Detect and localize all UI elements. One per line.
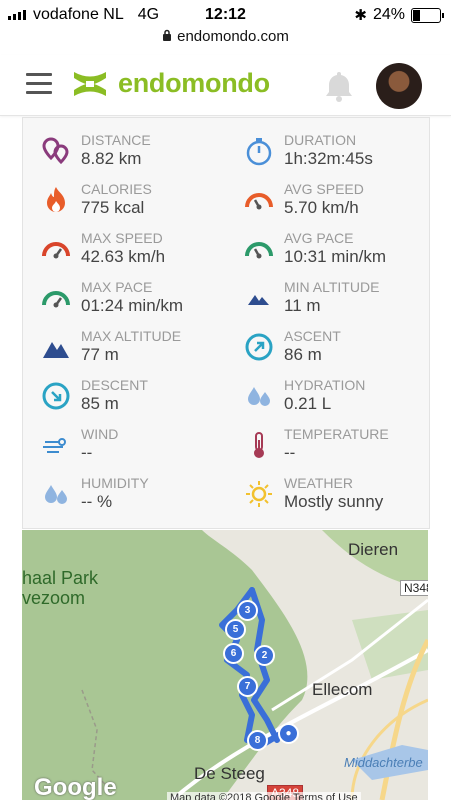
stat-label: AVG PACE [284, 230, 354, 246]
stat-value: 11 m [284, 296, 321, 315]
ascent-arrow-icon [245, 333, 273, 361]
gauge-icon [42, 291, 70, 308]
stat-label: WEATHER [284, 475, 353, 491]
stat-value: 01:24 min/km [81, 296, 184, 315]
gauge-icon [245, 242, 273, 259]
stat-value: 775 kcal [81, 198, 145, 217]
stat-descent: DESCENT 85 m [41, 377, 231, 417]
road-shield-n348: N348 [400, 580, 428, 596]
status-right: ✱ 24% [354, 6, 444, 24]
endomondo-logo[interactable]: endomondo [70, 68, 270, 99]
stat-hydration: HYDRATION 0.21 L [244, 377, 424, 417]
stat-label: AVG SPEED [284, 181, 364, 197]
app-header: endomondo [0, 55, 451, 116]
url-text: endomondo.com [177, 28, 289, 45]
battery-percent: 24% [372, 6, 405, 23]
logo-text: endomondo [118, 68, 270, 98]
stat-ascent: ASCENT 86 m [244, 328, 424, 368]
stat-value: 5.70 km/h [284, 198, 359, 217]
stat-label: CALORIES [81, 181, 152, 197]
url-bar[interactable]: endomondo.com [0, 28, 451, 50]
stat-value: 42.63 km/h [81, 247, 166, 266]
avatar[interactable] [376, 63, 422, 109]
flame-icon [47, 187, 65, 212]
mountain-icon [43, 342, 69, 358]
route-marker[interactable]: 8 [247, 730, 268, 751]
map-pin-icon [42, 137, 69, 165]
drops-icon [45, 485, 67, 504]
stat-label: ASCENT [284, 328, 341, 344]
status-bar: vodafone NL 4G 12:12 ✱ 24% [0, 0, 451, 30]
stat-max-speed: MAX SPEED 42.63 km/h [41, 230, 231, 270]
battery-icon [411, 7, 444, 23]
stat-label: MAX ALTITUDE [81, 328, 182, 344]
gauge-icon [245, 193, 273, 210]
stat-calories: CALORIES 775 kcal [41, 181, 231, 221]
map-label-park: haal Park [22, 568, 99, 588]
stat-label: MIN ALTITUDE [284, 279, 380, 295]
thermometer-icon [254, 432, 264, 458]
stat-value: -- % [81, 492, 113, 511]
workout-stats-card: DISTANCE 8.82 km DURATION 1h:32m:45s CAL… [22, 117, 430, 529]
gauge-icon [42, 242, 70, 259]
lock-icon [162, 28, 172, 45]
stat-value: 8.82 km [81, 149, 142, 168]
stat-value: -- [284, 443, 296, 462]
route-marker[interactable]: 2 [254, 645, 275, 666]
route-marker[interactable]: 3 [237, 600, 258, 621]
sun-icon [246, 481, 272, 507]
stat-value: 10:31 min/km [284, 247, 387, 266]
stat-min-altitude: MIN ALTITUDE 11 m [244, 279, 424, 319]
stat-max-altitude: MAX ALTITUDE 77 m [41, 328, 231, 368]
drops-icon [248, 387, 270, 406]
bluetooth-icon: ✱ [354, 7, 367, 24]
stat-avg-pace: AVG PACE 10:31 min/km [244, 230, 424, 270]
wind-icon [43, 438, 66, 453]
stat-value: 0.21 L [284, 394, 332, 413]
route-map[interactable]: Dieren haal Park vezoom Ellecom De Steeg… [22, 530, 428, 800]
stat-label: DISTANCE [81, 132, 151, 148]
map-label-middachter: Middachterbe [344, 755, 423, 770]
stat-value: 1h:32m:45s [284, 149, 373, 168]
stat-label: DURATION [284, 132, 357, 148]
stat-label: MAX PACE [81, 279, 153, 295]
stat-avg-speed: AVG SPEED 5.70 km/h [244, 181, 424, 221]
menu-icon[interactable] [26, 73, 52, 95]
google-logo: Google [34, 774, 117, 800]
stat-label: TEMPERATURE [284, 426, 389, 442]
map-label-dieren: Dieren [348, 540, 399, 559]
map-attribution[interactable]: Map data ©2018 Google Terms of Use [167, 792, 361, 800]
route-marker[interactable]: 5 [225, 619, 246, 640]
stat-humidity: HUMIDITY -- % [41, 475, 231, 515]
stat-duration: DURATION 1h:32m:45s [244, 132, 424, 172]
map-label-de-steeg: De Steeg [194, 764, 265, 783]
stat-value: -- [81, 443, 93, 462]
route-marker[interactable]: 7 [237, 676, 258, 697]
stat-wind: WIND -- [41, 426, 231, 466]
mountain-icon [248, 295, 269, 305]
stat-value: 86 m [284, 345, 322, 364]
stat-distance: DISTANCE 8.82 km [41, 132, 231, 172]
stat-value: 77 m [81, 345, 119, 364]
stat-label: DESCENT [81, 377, 148, 393]
stat-weather: WEATHER Mostly sunny [244, 475, 424, 515]
route-end-pin-icon[interactable]: ● [278, 723, 299, 744]
route-marker[interactable]: 6 [223, 643, 244, 664]
descent-arrow-icon [42, 382, 70, 410]
stat-value: Mostly sunny [284, 492, 384, 511]
stopwatch-icon [246, 138, 272, 166]
stat-label: HUMIDITY [81, 475, 149, 491]
stat-max-pace: MAX PACE 01:24 min/km [41, 279, 231, 319]
map-label-ellecom: Ellecom [312, 680, 373, 699]
stat-label: HYDRATION [284, 377, 366, 393]
under-armour-icon [74, 71, 106, 96]
map-label-park-2: vezoom [22, 588, 86, 608]
stat-temperature: TEMPERATURE -- [244, 426, 424, 466]
stat-value: 85 m [81, 394, 119, 413]
stat-label: WIND [81, 426, 119, 442]
bell-icon[interactable] [323, 69, 355, 108]
stat-label: MAX SPEED [81, 230, 163, 246]
